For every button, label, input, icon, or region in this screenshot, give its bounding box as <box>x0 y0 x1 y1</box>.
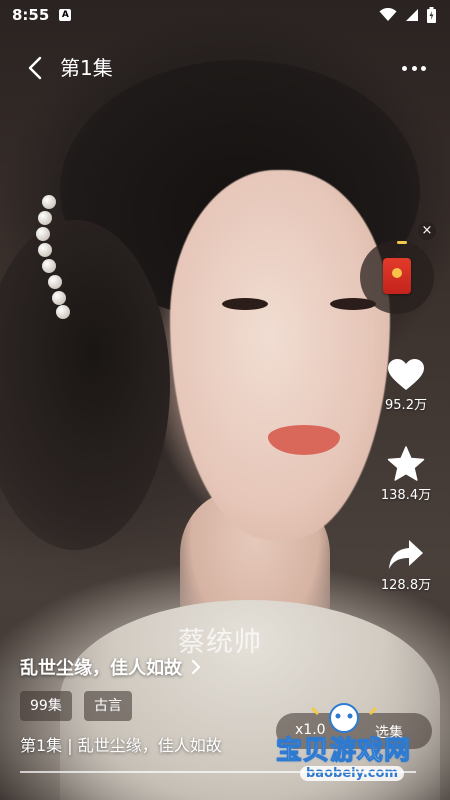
favorite-button[interactable]: 138.4万 <box>371 446 441 503</box>
signal-icon <box>406 9 418 21</box>
battery-icon <box>427 7 436 23</box>
heart-icon <box>388 359 424 390</box>
share-count: 128.8万 <box>380 578 432 593</box>
episode-description: 第1集 | 乱世尘缘，佳人如故 <box>20 736 222 755</box>
brand-watermark-text: 宝贝游戏网 <box>275 736 412 767</box>
close-icon[interactable]: × <box>418 222 436 240</box>
share-icon <box>389 540 423 569</box>
notification-icon: A <box>59 9 72 21</box>
red-packet-widget[interactable] <box>360 240 434 314</box>
chevron-right-icon <box>191 659 201 675</box>
wifi-icon <box>379 8 397 21</box>
progress-bar[interactable] <box>20 771 416 773</box>
video-eye <box>222 298 268 310</box>
red-packet-timer <box>397 241 407 244</box>
page-title: 第1集 <box>60 56 113 80</box>
status-time: 8:55 <box>12 6 50 24</box>
star-icon <box>387 446 425 481</box>
red-packet-icon <box>383 258 411 294</box>
status-bar: 8:55 A <box>0 0 450 30</box>
like-button[interactable]: 95.2万 <box>371 358 441 413</box>
back-icon[interactable] <box>22 54 50 82</box>
genre-tag[interactable]: 古言 <box>84 691 132 721</box>
pearl-hairpin <box>34 195 70 320</box>
series-title-link[interactable]: 乱世尘缘，佳人如故 <box>20 654 202 680</box>
favorite-count: 138.4万 <box>380 488 432 503</box>
video-face <box>170 170 390 540</box>
top-bar: 第1集 <box>0 50 450 86</box>
more-icon[interactable] <box>402 56 426 80</box>
share-button[interactable]: 128.8万 <box>371 538 441 593</box>
episode-count-tag[interactable]: 99集 <box>20 691 72 721</box>
series-title: 乱世尘缘，佳人如故 <box>20 658 182 679</box>
brand-watermark-url: baobeiy.com <box>300 766 404 781</box>
like-count: 95.2万 <box>385 398 427 413</box>
